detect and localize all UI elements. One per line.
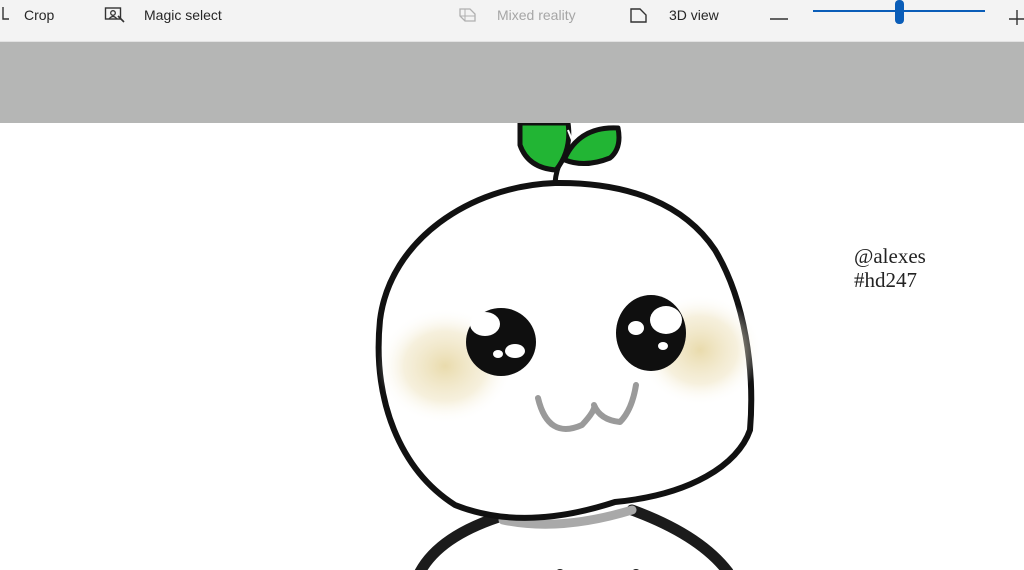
3d-view-button[interactable]: 3D view (628, 0, 719, 30)
zoom-in-button[interactable] (1004, 0, 1024, 30)
toolbar: Crop Magic select Mixed reality 3D view (0, 0, 1024, 42)
mixed-reality-icon (457, 4, 479, 26)
signature-tag: #hd247 (854, 268, 917, 292)
artist-signature: @alexes #hd247 (854, 244, 926, 292)
drawing-canvas[interactable]: @alexes #hd247 (0, 123, 1024, 570)
crop-icon (0, 4, 10, 26)
plus-icon (1004, 4, 1024, 26)
mixed-reality-label: Mixed reality (497, 7, 576, 23)
signature-handle: @alexes (854, 244, 926, 268)
workspace-background (0, 42, 1024, 123)
magic-select-label: Magic select (144, 7, 222, 23)
crop-button[interactable]: Crop (0, 0, 54, 30)
zoom-slider-thumb[interactable] (895, 0, 904, 24)
crop-label: Crop (24, 7, 55, 23)
magic-select-icon (104, 4, 126, 26)
zoom-out-button[interactable] (768, 0, 790, 30)
character-drawing (375, 123, 762, 570)
minus-icon (768, 4, 790, 26)
3d-view-icon (628, 4, 650, 26)
mixed-reality-button[interactable]: Mixed reality (457, 0, 576, 30)
magic-select-button[interactable]: Magic select (104, 0, 222, 30)
3d-view-label: 3D view (669, 7, 719, 23)
